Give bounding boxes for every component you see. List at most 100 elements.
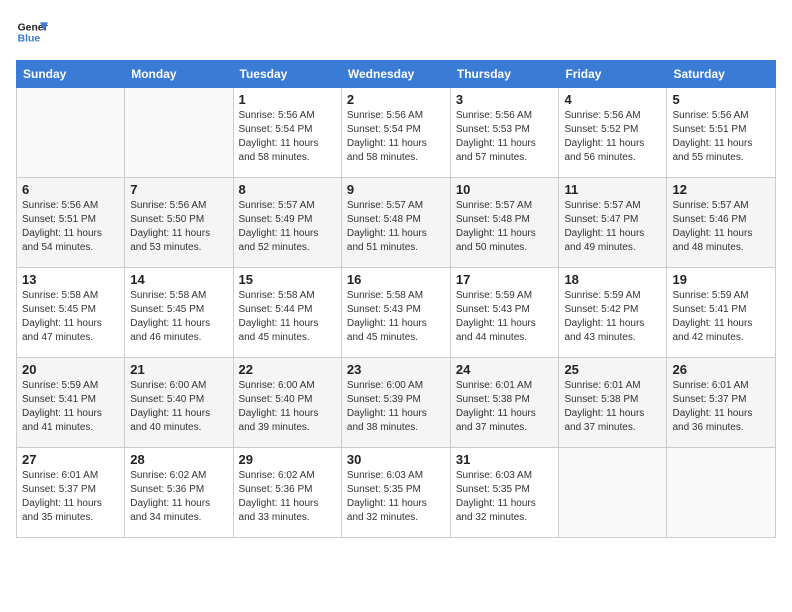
day-number: 1 (239, 92, 336, 107)
day-number: 29 (239, 452, 336, 467)
day-number: 15 (239, 272, 336, 287)
day-info: Sunrise: 5:58 AM Sunset: 5:43 PM Dayligh… (347, 289, 445, 345)
day-info: Sunrise: 5:56 AM Sunset: 5:50 PM Dayligh… (130, 199, 227, 255)
calendar-cell: 27 Sunrise: 6:01 AM Sunset: 5:37 PM Dayli… (17, 448, 125, 538)
day-number: 27 (22, 452, 119, 467)
calendar-header-row: SundayMondayTuesdayWednesdayThursdayFrid… (17, 61, 776, 88)
calendar-cell: 2 Sunrise: 5:56 AM Sunset: 5:54 PM Daylig… (341, 88, 450, 178)
calendar-body: 1 Sunrise: 5:56 AM Sunset: 5:54 PM Daylig… (17, 88, 776, 538)
day-info: Sunrise: 5:58 AM Sunset: 5:44 PM Dayligh… (239, 289, 336, 345)
day-number: 13 (22, 272, 119, 287)
calendar-cell: 21 Sunrise: 6:00 AM Sunset: 5:40 PM Dayli… (125, 358, 233, 448)
calendar-cell: 14 Sunrise: 5:58 AM Sunset: 5:45 PM Dayli… (125, 268, 233, 358)
day-number: 5 (672, 92, 770, 107)
day-number: 20 (22, 362, 119, 377)
calendar-cell (559, 448, 667, 538)
calendar-cell: 23 Sunrise: 6:00 AM Sunset: 5:39 PM Dayli… (341, 358, 450, 448)
day-number: 24 (456, 362, 554, 377)
calendar-cell: 19 Sunrise: 5:59 AM Sunset: 5:41 PM Dayli… (667, 268, 776, 358)
day-number: 9 (347, 182, 445, 197)
day-number: 21 (130, 362, 227, 377)
day-info: Sunrise: 5:58 AM Sunset: 5:45 PM Dayligh… (22, 289, 119, 345)
day-number: 6 (22, 182, 119, 197)
calendar-cell: 4 Sunrise: 5:56 AM Sunset: 5:52 PM Daylig… (559, 88, 667, 178)
day-number: 14 (130, 272, 227, 287)
day-info: Sunrise: 6:03 AM Sunset: 5:35 PM Dayligh… (347, 469, 445, 525)
day-number: 23 (347, 362, 445, 377)
calendar-cell: 26Sunrise: 6:01 AM Sunset: 5:37 PM Dayli… (667, 358, 776, 448)
day-info: Sunrise: 5:58 AM Sunset: 5:45 PM Dayligh… (130, 289, 227, 345)
day-number: 2 (347, 92, 445, 107)
day-info: Sunrise: 5:59 AM Sunset: 5:41 PM Dayligh… (22, 379, 119, 435)
day-info: Sunrise: 5:59 AM Sunset: 5:41 PM Dayligh… (672, 289, 770, 345)
calendar-cell (17, 88, 125, 178)
calendar-table: SundayMondayTuesdayWednesdayThursdayFrid… (16, 60, 776, 538)
calendar-cell: 18 Sunrise: 5:59 AM Sunset: 5:42 PM Dayli… (559, 268, 667, 358)
day-info: Sunrise: 5:57 AM Sunset: 5:48 PM Dayligh… (347, 199, 445, 255)
day-info: Sunrise: 5:56 AM Sunset: 5:54 PM Dayligh… (347, 109, 445, 165)
day-number: 18 (564, 272, 661, 287)
calendar-week-4: 20 Sunrise: 5:59 AM Sunset: 5:41 PM Dayli… (17, 358, 776, 448)
day-number: 19 (672, 272, 770, 287)
day-number: 17 (456, 272, 554, 287)
calendar-cell: 11Sunrise: 5:57 AM Sunset: 5:47 PM Dayli… (559, 178, 667, 268)
column-header-thursday: Thursday (450, 61, 559, 88)
day-info: Sunrise: 5:56 AM Sunset: 5:52 PM Dayligh… (564, 109, 661, 165)
day-info: Sunrise: 5:57 AM Sunset: 5:49 PM Dayligh… (239, 199, 336, 255)
day-number: 22 (239, 362, 336, 377)
calendar-cell (667, 448, 776, 538)
calendar-cell: 16 Sunrise: 5:58 AM Sunset: 5:43 PM Dayli… (341, 268, 450, 358)
calendar-cell: 25Sunrise: 6:01 AM Sunset: 5:38 PM Dayli… (559, 358, 667, 448)
calendar-cell: 13 Sunrise: 5:58 AM Sunset: 5:45 PM Dayli… (17, 268, 125, 358)
day-number: 26 (672, 362, 770, 377)
calendar-cell (125, 88, 233, 178)
day-info: Sunrise: 6:02 AM Sunset: 5:36 PM Dayligh… (239, 469, 336, 525)
day-info: Sunrise: 6:01 AM Sunset: 5:38 PM Dayligh… (564, 379, 661, 435)
day-info: Sunrise: 5:56 AM Sunset: 5:51 PM Dayligh… (672, 109, 770, 165)
column-header-wednesday: Wednesday (341, 61, 450, 88)
svg-text:Blue: Blue (18, 34, 41, 45)
calendar-cell: 1 Sunrise: 5:56 AM Sunset: 5:54 PM Daylig… (233, 88, 341, 178)
day-info: Sunrise: 5:56 AM Sunset: 5:53 PM Dayligh… (456, 109, 554, 165)
day-info: Sunrise: 5:57 AM Sunset: 5:47 PM Dayligh… (564, 199, 661, 255)
calendar-cell: 29 Sunrise: 6:02 AM Sunset: 5:36 PM Dayli… (233, 448, 341, 538)
day-number: 4 (564, 92, 661, 107)
day-info: Sunrise: 5:59 AM Sunset: 5:42 PM Dayligh… (564, 289, 661, 345)
day-info: Sunrise: 6:00 AM Sunset: 5:40 PM Dayligh… (130, 379, 227, 435)
calendar-cell: 12 Sunrise: 5:57 AM Sunset: 5:46 PM Dayli… (667, 178, 776, 268)
calendar-cell: 22 Sunrise: 6:00 AM Sunset: 5:40 PM Dayli… (233, 358, 341, 448)
day-number: 31 (456, 452, 554, 467)
calendar-cell: 31 Sunrise: 6:03 AM Sunset: 5:35 PM Dayli… (450, 448, 559, 538)
day-info: Sunrise: 6:03 AM Sunset: 5:35 PM Dayligh… (456, 469, 554, 525)
day-number: 16 (347, 272, 445, 287)
day-number: 28 (130, 452, 227, 467)
day-info: Sunrise: 5:56 AM Sunset: 5:54 PM Dayligh… (239, 109, 336, 165)
calendar-cell: 30Sunrise: 6:03 AM Sunset: 5:35 PM Dayli… (341, 448, 450, 538)
day-info: Sunrise: 5:57 AM Sunset: 5:48 PM Dayligh… (456, 199, 554, 255)
calendar-cell: 9 Sunrise: 5:57 AM Sunset: 5:48 PM Daylig… (341, 178, 450, 268)
column-header-monday: Monday (125, 61, 233, 88)
day-info: Sunrise: 6:01 AM Sunset: 5:38 PM Dayligh… (456, 379, 554, 435)
calendar-cell: 17 Sunrise: 5:59 AM Sunset: 5:43 PM Dayli… (450, 268, 559, 358)
column-header-tuesday: Tuesday (233, 61, 341, 88)
day-info: Sunrise: 5:59 AM Sunset: 5:43 PM Dayligh… (456, 289, 554, 345)
day-info: Sunrise: 6:00 AM Sunset: 5:40 PM Dayligh… (239, 379, 336, 435)
calendar-week-5: 27 Sunrise: 6:01 AM Sunset: 5:37 PM Dayli… (17, 448, 776, 538)
calendar-cell: 5 Sunrise: 5:56 AM Sunset: 5:51 PM Daylig… (667, 88, 776, 178)
day-info: Sunrise: 5:56 AM Sunset: 5:51 PM Dayligh… (22, 199, 119, 255)
calendar-week-3: 13 Sunrise: 5:58 AM Sunset: 5:45 PM Dayli… (17, 268, 776, 358)
column-header-friday: Friday (559, 61, 667, 88)
calendar-cell: 3Sunrise: 5:56 AM Sunset: 5:53 PM Daylig… (450, 88, 559, 178)
day-info: Sunrise: 6:01 AM Sunset: 5:37 PM Dayligh… (22, 469, 119, 525)
column-header-saturday: Saturday (667, 61, 776, 88)
logo: General Blue (16, 16, 48, 48)
day-number: 12 (672, 182, 770, 197)
calendar-cell: 7Sunrise: 5:56 AM Sunset: 5:50 PM Daylig… (125, 178, 233, 268)
calendar-cell: 15 Sunrise: 5:58 AM Sunset: 5:44 PM Dayli… (233, 268, 341, 358)
column-header-sunday: Sunday (17, 61, 125, 88)
calendar-cell: 20 Sunrise: 5:59 AM Sunset: 5:41 PM Dayli… (17, 358, 125, 448)
day-info: Sunrise: 6:00 AM Sunset: 5:39 PM Dayligh… (347, 379, 445, 435)
logo-icon: General Blue (16, 16, 48, 48)
page-header: General Blue (16, 16, 776, 48)
day-info: Sunrise: 5:57 AM Sunset: 5:46 PM Dayligh… (672, 199, 770, 255)
